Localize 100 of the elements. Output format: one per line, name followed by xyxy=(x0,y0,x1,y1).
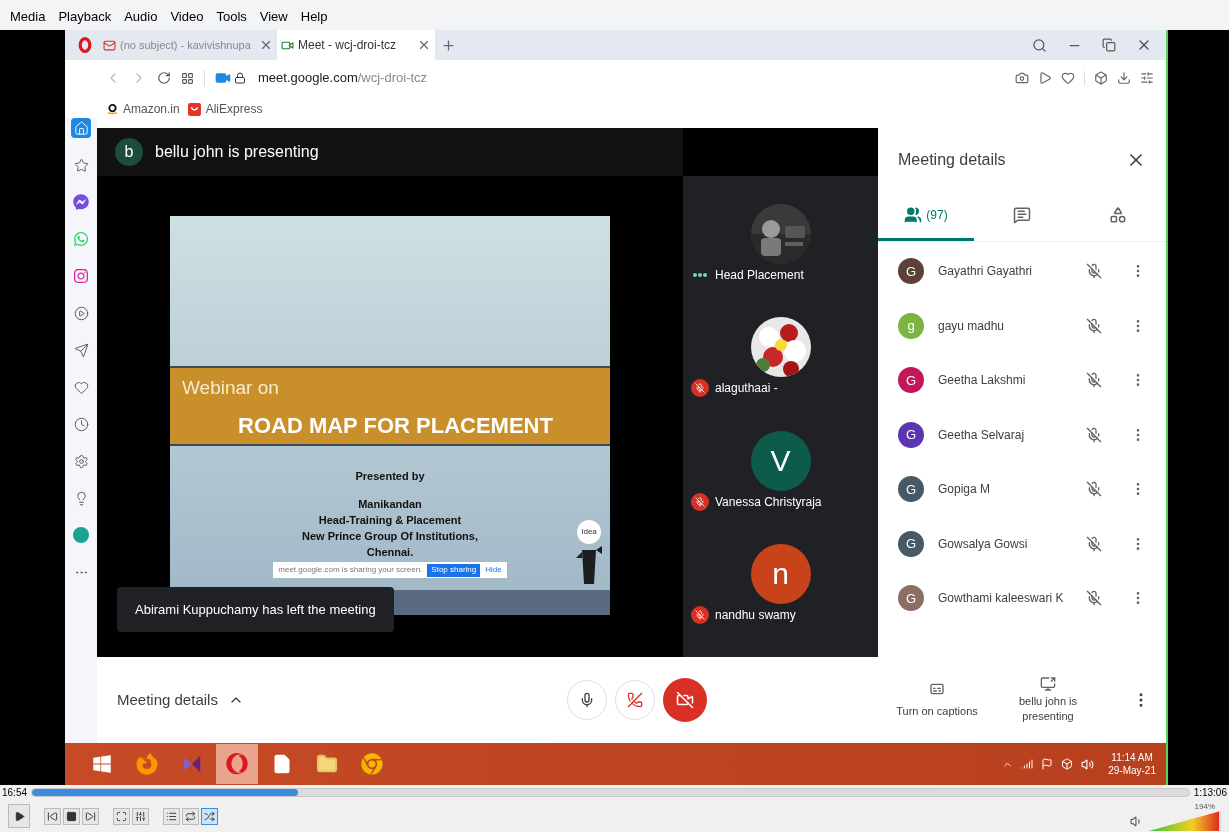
participant-avatar: g xyxy=(898,312,924,339)
loop-button[interactable] xyxy=(182,807,199,825)
extended-icon xyxy=(135,810,146,822)
extended-button[interactable] xyxy=(132,807,149,825)
menu-item[interactable]: Audio xyxy=(124,6,158,26)
shapes-icon xyxy=(1109,206,1127,224)
random-button[interactable] xyxy=(201,807,218,825)
search-icon[interactable] xyxy=(1032,37,1047,53)
settings-icon[interactable] xyxy=(1140,71,1154,85)
volume-icon[interactable] xyxy=(1130,814,1143,828)
mic-off-icon xyxy=(695,609,705,620)
snapshot-icon[interactable] xyxy=(1015,71,1029,85)
sharing-text: meet.google.com is sharing your screen. xyxy=(278,564,423,576)
presenting-button[interactable]: bellu john is presenting xyxy=(1008,676,1088,724)
participant-name: nandhu swamy xyxy=(715,606,796,624)
participant-row[interactable]: G Gowsalya Gowsi xyxy=(878,516,1166,571)
clock[interactable]: 11:14 AM 29-May-21 xyxy=(1108,751,1156,777)
address-field[interactable]: meet.google.com/wcj-droi-tcz xyxy=(258,68,428,88)
next-button[interactable] xyxy=(82,807,99,825)
participant-row[interactable]: G Gowthami kaleeswari K xyxy=(878,571,1166,626)
mic-off-icon xyxy=(1086,372,1102,389)
home-icon[interactable] xyxy=(71,118,91,138)
volume-icon[interactable] xyxy=(1081,757,1095,771)
menu-item[interactable]: Help xyxy=(300,6,328,26)
lock-icon xyxy=(234,72,246,84)
meeting-details-button[interactable]: Meeting details xyxy=(117,688,567,712)
mail-icon xyxy=(103,38,116,52)
slide-text: Presented by xyxy=(355,469,425,484)
previous-icon xyxy=(47,810,58,822)
slide-subtitle: Webinar on xyxy=(182,376,280,400)
participant-row[interactable]: G Gopiga M xyxy=(878,462,1166,517)
flow-icon[interactable] xyxy=(1038,71,1052,85)
app-icon[interactable] xyxy=(71,525,91,545)
participant-avatar: G xyxy=(898,530,924,557)
menu-item[interactable]: View xyxy=(259,6,288,26)
participant-avatar: G xyxy=(898,585,924,612)
browser-tab[interactable]: Meet - wcj-droi-tcz xyxy=(277,30,435,60)
participant-avatar: V xyxy=(750,430,811,491)
participant-row[interactable]: G Geetha Selvaraj xyxy=(878,407,1166,462)
panel-title: Meeting details xyxy=(898,150,1006,170)
mic-off-icon xyxy=(1086,481,1102,498)
menu-item[interactable]: Video xyxy=(170,6,204,26)
participant-row[interactable]: G Gayathri Gayathri xyxy=(878,244,1166,299)
play-button[interactable] xyxy=(8,804,30,828)
fullscreen-icon xyxy=(116,810,127,822)
participant-row[interactable]: G Geetha Lakshmi xyxy=(878,353,1166,408)
participant-avatar: G xyxy=(898,258,924,285)
opera-logo[interactable] xyxy=(77,36,93,54)
camera-off-icon xyxy=(676,691,694,709)
flag-icon[interactable] xyxy=(1041,758,1054,770)
menu-item[interactable]: Playback xyxy=(58,6,112,26)
captions-button[interactable]: Turn on captions xyxy=(892,680,982,720)
mic-off-icon xyxy=(1086,590,1102,607)
participant-avatar: G xyxy=(898,421,924,448)
new-tab-icon[interactable] xyxy=(441,37,456,53)
signal-icon[interactable] xyxy=(1021,758,1034,770)
box-icon[interactable] xyxy=(1094,71,1108,85)
presenter-avatar: b xyxy=(115,138,143,166)
close-icon[interactable] xyxy=(417,38,431,52)
menu-item[interactable]: Media xyxy=(10,6,46,26)
close-icon[interactable] xyxy=(259,38,273,52)
stop-icon xyxy=(66,810,77,822)
slide-text: Head-Training & Placement xyxy=(318,513,462,528)
mic-off-icon xyxy=(695,383,705,394)
messenger-icon[interactable] xyxy=(71,192,91,212)
elapsed-time: 16:54 xyxy=(2,786,28,800)
participant-avatar: G xyxy=(898,476,924,503)
participant-avatar: G xyxy=(898,367,924,394)
stop-sharing-button[interactable]: Stop sharing xyxy=(427,563,481,577)
people-tab[interactable]: (97) xyxy=(878,192,974,241)
instagram-icon[interactable] xyxy=(71,266,91,286)
total-time: 1:13:06 xyxy=(1193,786,1227,800)
participant-row[interactable]: g gayu madhu xyxy=(878,298,1166,353)
participant-name: Vanessa Christyraja xyxy=(715,493,822,511)
volume-reading: 194% xyxy=(1194,801,1215,811)
next-icon xyxy=(85,810,96,822)
reload-icon[interactable] xyxy=(157,71,171,85)
menu-item[interactable]: Tools xyxy=(216,6,247,26)
bookmark[interactable]: AliExpress xyxy=(187,100,263,118)
bookmark[interactable]: Amazon.in xyxy=(107,100,180,118)
playlist-button[interactable] xyxy=(163,807,180,825)
lightbulb-drawing: Idea xyxy=(577,520,601,544)
presenter-status: bellu john is presenting xyxy=(155,142,319,162)
person-drawing xyxy=(574,544,604,584)
restore-icon[interactable] xyxy=(1102,38,1116,52)
stop-button[interactable] xyxy=(63,807,80,825)
participant-name: Gowthami kaleeswari K xyxy=(938,590,1065,608)
hide-link[interactable]: Hide xyxy=(485,564,502,576)
present-icon xyxy=(1040,676,1056,692)
fullscreen-button[interactable] xyxy=(113,807,130,825)
camera-icon xyxy=(215,70,231,86)
seek-bar[interactable] xyxy=(31,788,1190,797)
download-icon[interactable] xyxy=(1117,71,1131,85)
amazon-icon xyxy=(107,103,118,115)
grid-icon[interactable] xyxy=(181,71,194,85)
camera-button[interactable] xyxy=(663,678,707,722)
device-icon[interactable] xyxy=(1061,758,1074,770)
heart-icon[interactable] xyxy=(1061,71,1075,85)
previous-button[interactable] xyxy=(44,807,61,825)
participant-name: gayu madhu xyxy=(938,317,1006,335)
